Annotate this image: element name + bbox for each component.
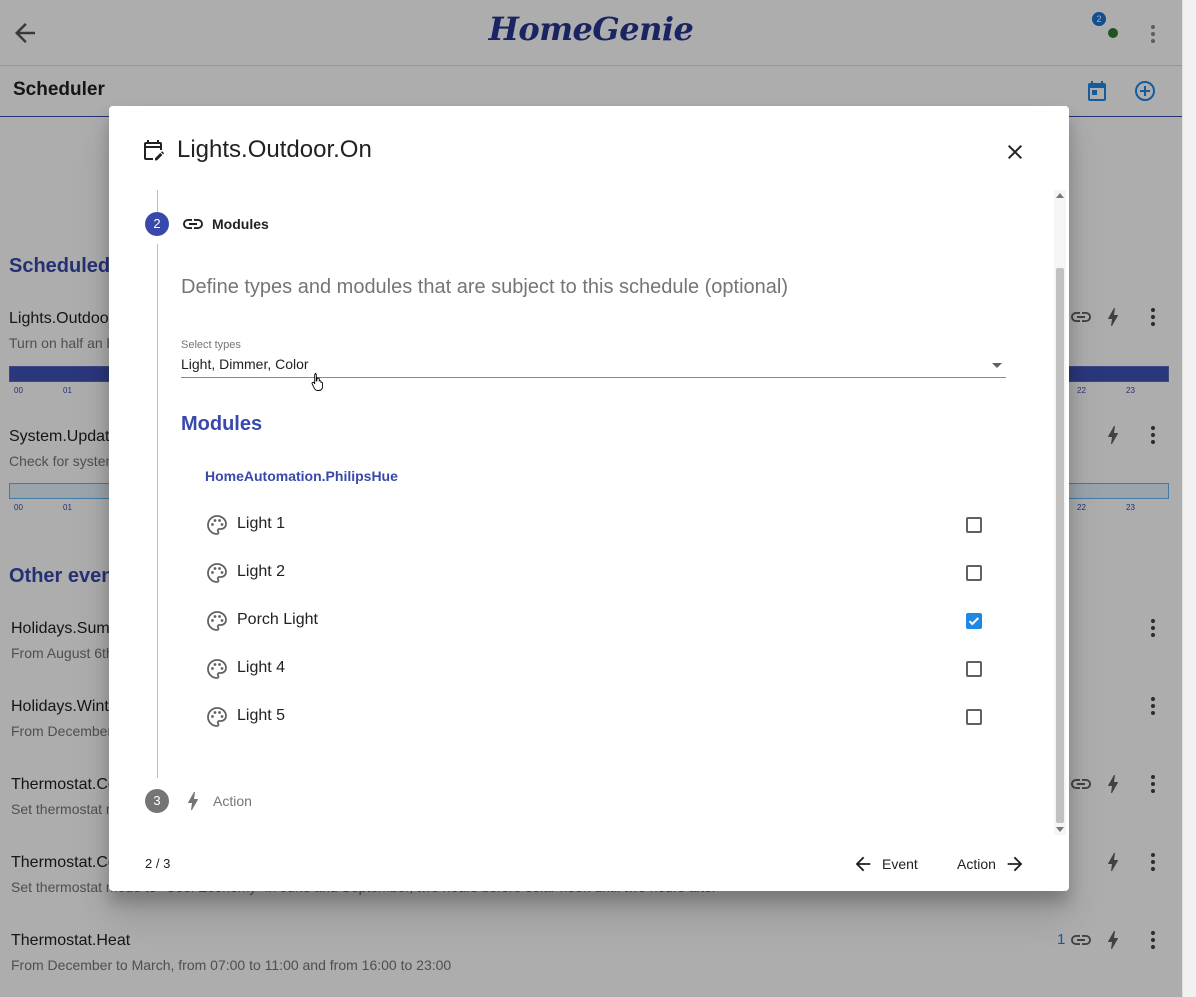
module-checkbox-checked[interactable] [966, 613, 982, 629]
page-scrollbar[interactable] [1182, 0, 1196, 997]
module-checkbox[interactable] [966, 565, 982, 581]
select-types-dropdown[interactable]: Light, Dimmer, Color [181, 356, 309, 372]
bolt-icon [188, 792, 198, 810]
previous-step-label: Event [882, 856, 918, 872]
arrow-forward-icon [1007, 856, 1023, 872]
palette-icon [207, 563, 227, 583]
dialog-scrollbar[interactable] [1054, 190, 1066, 835]
step-number-badge[interactable]: 3 [145, 789, 169, 813]
select-types-label: Select types [181, 339, 241, 351]
module-checkbox[interactable] [966, 517, 982, 533]
next-step-button[interactable]: Action [957, 850, 1026, 878]
module-name: Light 1 [237, 515, 286, 532]
step-label-modules[interactable]: Modules [212, 216, 269, 232]
stepper-connector [157, 244, 158, 778]
module-name: Porch Light [237, 611, 318, 628]
module-row[interactable]: Light 1 [205, 507, 991, 543]
module-row[interactable]: Porch Light [205, 603, 991, 639]
close-icon[interactable] [1003, 140, 1027, 164]
dialog-scrollbar-thumb[interactable] [1056, 268, 1064, 823]
module-row[interactable]: Light 5 [205, 699, 991, 735]
next-step-label: Action [957, 856, 996, 872]
module-group-header: HomeAutomation.PhilipsHue [205, 468, 398, 484]
dropdown-arrow-icon[interactable] [987, 358, 1007, 372]
hand-cursor-icon [311, 373, 323, 391]
module-row[interactable]: Light 4 [205, 651, 991, 687]
step-label-action[interactable]: Action [213, 793, 252, 809]
schedule-editor-dialog: Lights.Outdoor.On 2 Modules Define types… [109, 106, 1069, 891]
palette-icon [207, 659, 227, 679]
module-checkbox[interactable] [966, 709, 982, 725]
module-row[interactable]: Light 2 [205, 555, 991, 591]
link-icon [183, 219, 203, 229]
check-icon [968, 617, 980, 626]
previous-step-button[interactable]: Event [852, 850, 918, 878]
step-counter: 2 / 3 [145, 856, 171, 871]
stepper-connector [157, 190, 158, 212]
scroll-up-icon[interactable] [1056, 192, 1064, 198]
modules-header: Modules [181, 413, 263, 435]
palette-icon [207, 707, 227, 727]
module-name: Light 4 [237, 659, 286, 676]
module-name: Light 2 [237, 563, 286, 580]
module-checkbox[interactable] [966, 661, 982, 677]
palette-icon [207, 611, 227, 631]
dialog-title: Lights.Outdoor.On [177, 136, 372, 163]
select-underline [181, 377, 1006, 378]
edit-calendar-icon [144, 140, 164, 161]
step-number-badge[interactable]: 2 [145, 212, 169, 236]
step-description: Define types and modules that are subjec… [181, 276, 789, 298]
arrow-back-icon [855, 856, 871, 872]
palette-icon [207, 515, 227, 535]
scroll-down-icon[interactable] [1056, 827, 1064, 833]
module-name: Light 5 [237, 707, 286, 724]
